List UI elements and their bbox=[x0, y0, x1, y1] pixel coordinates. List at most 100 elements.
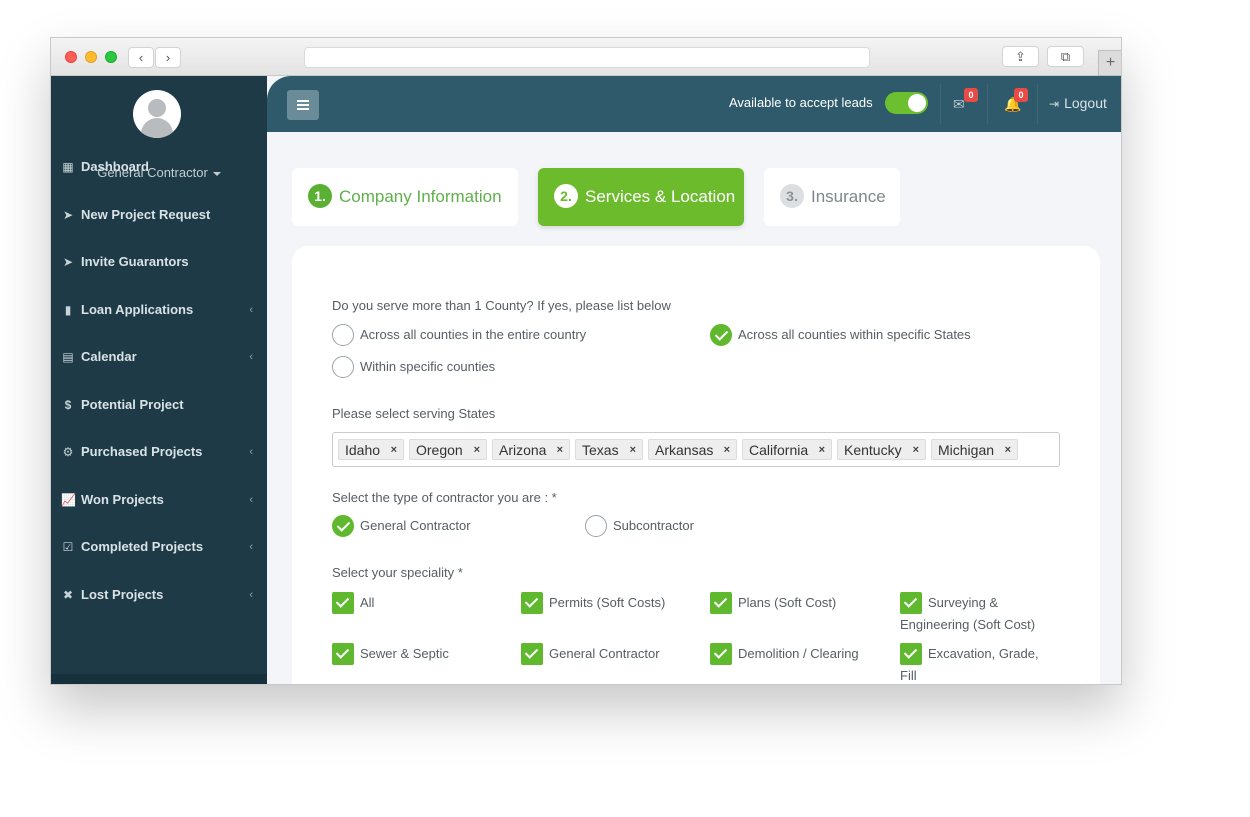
top-bar: Available to accept leads ✉ 0 🔔 0 ⇥ Logou… bbox=[267, 76, 1121, 132]
divider bbox=[940, 84, 941, 124]
radio-button-checked[interactable] bbox=[332, 515, 354, 537]
paper-plane-icon: ➤ bbox=[62, 208, 74, 222]
speciality-checkbox-permits-soft-costs[interactable]: Permits (Soft Costs) bbox=[521, 592, 671, 614]
county-option-specific-states[interactable]: Across all counties within specific Stat… bbox=[710, 324, 971, 346]
step-company-information[interactable]: 1. Company Information bbox=[292, 168, 518, 226]
state-tag-label: Idaho bbox=[345, 442, 381, 458]
remove-tag-icon[interactable]: × bbox=[913, 440, 919, 461]
state-tag: Idaho × bbox=[338, 439, 404, 460]
checkbox-checked[interactable] bbox=[710, 643, 732, 665]
checkbox-checked[interactable] bbox=[332, 592, 354, 614]
forward-button[interactable]: › bbox=[155, 47, 181, 68]
sidebar-item-label: Lost Projects bbox=[81, 587, 164, 602]
share-button[interactable]: ⇪ bbox=[1002, 46, 1039, 67]
checkbox-checked[interactable] bbox=[900, 643, 922, 665]
state-tag-label: Oregon bbox=[416, 442, 463, 458]
minimize-window-button[interactable] bbox=[85, 51, 97, 63]
speciality-checkbox-surveying-engineering-soft-cost[interactable]: Surveying & Engineering (Soft Cost) bbox=[900, 592, 1050, 636]
dollar-icon: $ bbox=[64, 398, 72, 412]
sidebar-item-label: Won Projects bbox=[81, 492, 164, 507]
speciality-checkbox-plans-soft-cost[interactable]: Plans (Soft Cost) bbox=[710, 592, 860, 614]
county-option-specific-counties[interactable]: Within specific counties bbox=[332, 356, 495, 378]
chevron-left-icon: ‹ bbox=[249, 351, 253, 363]
step-insurance[interactable]: 3. Insurance bbox=[764, 168, 900, 226]
times-icon: ✖ bbox=[62, 588, 74, 602]
remove-tag-icon[interactable]: × bbox=[557, 440, 563, 461]
radio-button[interactable] bbox=[332, 356, 354, 378]
checkbox-checked[interactable] bbox=[521, 592, 543, 614]
radio-button[interactable] bbox=[332, 324, 354, 346]
sidebar-item-label: Invite Guarantors bbox=[81, 254, 189, 269]
state-tag: Arizona × bbox=[492, 439, 570, 460]
speciality-checkbox-general-contractor[interactable]: General Contractor bbox=[521, 643, 671, 665]
remove-tag-icon[interactable]: × bbox=[819, 440, 825, 461]
sidebar-item-lost-projects[interactable]: ✖ Lost Projects ‹ bbox=[51, 580, 267, 610]
sidebar-item-dashboard[interactable]: ▦ Dashboard bbox=[51, 152, 267, 182]
sidebar-item-completed-projects[interactable]: ☑ Completed Projects ‹ bbox=[51, 532, 267, 562]
radio-button-checked[interactable] bbox=[710, 324, 732, 346]
sidebar-item-won-projects[interactable]: 📈 Won Projects ‹ bbox=[51, 485, 267, 515]
user-icon bbox=[148, 99, 166, 117]
speciality-checkbox-sewer-septic[interactable]: Sewer & Septic bbox=[332, 643, 482, 665]
services-location-form: Do you serve more than 1 County? If yes,… bbox=[292, 246, 1100, 684]
tabs-overview-button[interactable]: ⧉ bbox=[1047, 46, 1084, 67]
sidebar-item-calendar[interactable]: ▤ Calendar ‹ bbox=[51, 342, 267, 372]
menu-toggle-button[interactable] bbox=[287, 90, 319, 120]
check-square-icon: ☑ bbox=[62, 540, 74, 554]
remove-tag-icon[interactable]: × bbox=[474, 440, 480, 461]
chevron-left-icon: ‹ bbox=[249, 494, 253, 506]
step-number: 2. bbox=[554, 184, 578, 208]
avatar[interactable] bbox=[133, 90, 181, 138]
logout-button[interactable]: ⇥ Logout bbox=[1049, 95, 1107, 111]
checkbox-checked[interactable] bbox=[900, 592, 922, 614]
option-label: Subcontractor bbox=[613, 518, 694, 533]
state-tag: Michigan × bbox=[931, 439, 1018, 460]
sidebar: General Contractor ▦ Dashboard ➤ New Projec… bbox=[51, 76, 267, 684]
new-tab-button[interactable]: + bbox=[1098, 50, 1121, 76]
sidebar-footer bbox=[51, 674, 267, 684]
speciality-label: Demolition / Clearing bbox=[738, 646, 859, 661]
speciality-checkbox-excavation-grade-fill[interactable]: Excavation, Grade, Fill bbox=[900, 643, 1050, 684]
sidebar-item-potential-project[interactable]: $ Potential Project bbox=[51, 390, 267, 420]
remove-tag-icon[interactable]: × bbox=[1005, 440, 1011, 461]
sidebar-item-invite-guarantors[interactable]: ➤ Invite Guarantors bbox=[51, 247, 267, 277]
checkbox-checked[interactable] bbox=[521, 643, 543, 665]
back-button[interactable]: ‹ bbox=[128, 47, 154, 68]
address-bar[interactable] bbox=[304, 47, 870, 68]
step-label: Insurance bbox=[811, 187, 886, 206]
maximize-window-button[interactable] bbox=[105, 51, 117, 63]
county-option-entire-country[interactable]: Across all counties in the entire countr… bbox=[332, 324, 586, 346]
sidebar-item-label: Loan Applications bbox=[81, 302, 194, 317]
speciality-label: Surveying & bbox=[928, 595, 999, 610]
remove-tag-icon[interactable]: × bbox=[391, 440, 397, 461]
speciality-label: All bbox=[360, 595, 375, 610]
step-services-location[interactable]: 2. Services & Location bbox=[538, 168, 744, 226]
sidebar-item-loan-applications[interactable]: ▮ Loan Applications ‹ bbox=[51, 295, 267, 325]
speciality-checkbox-all[interactable]: All bbox=[332, 592, 482, 614]
logout-label: Logout bbox=[1064, 95, 1107, 111]
close-window-button[interactable] bbox=[65, 51, 77, 63]
hamburger-icon bbox=[297, 100, 309, 102]
sidebar-item-purchased-projects[interactable]: ⚙ Purchased Projects ‹ bbox=[51, 437, 267, 467]
states-multiselect[interactable]: Idaho × Oregon × Arizona × Texas × Arkansas × Cali… bbox=[332, 432, 1060, 467]
checkbox-checked[interactable] bbox=[710, 592, 732, 614]
step-number: 3. bbox=[780, 184, 804, 208]
sidebar-item-new-project-request[interactable]: ➤ New Project Request bbox=[51, 200, 267, 230]
remove-tag-icon[interactable]: × bbox=[630, 440, 636, 461]
sidebar-item-label: Calendar bbox=[81, 349, 137, 364]
main-content: 1. Company Information 2. Services & Locat… bbox=[267, 132, 1121, 684]
contractor-option-general[interactable]: General Contractor bbox=[332, 515, 471, 537]
state-tag-label: Texas bbox=[582, 442, 619, 458]
states-label: Please select serving States bbox=[332, 406, 496, 421]
speciality-checkbox-demolition-clearing[interactable]: Demolition / Clearing bbox=[710, 643, 860, 665]
notification-count-badge: 0 bbox=[1014, 88, 1028, 102]
checkbox-checked[interactable] bbox=[332, 643, 354, 665]
contractor-option-subcontractor[interactable]: Subcontractor bbox=[585, 515, 694, 537]
lead-availability-label: Available to accept leads bbox=[729, 95, 873, 110]
radio-button[interactable] bbox=[585, 515, 607, 537]
speciality-label: Fill bbox=[900, 668, 917, 683]
sidebar-item-label: Potential Project bbox=[81, 397, 184, 412]
speciality-label: Engineering (Soft Cost) bbox=[900, 617, 1036, 632]
lead-availability-toggle[interactable] bbox=[885, 92, 928, 114]
remove-tag-icon[interactable]: × bbox=[724, 440, 730, 461]
